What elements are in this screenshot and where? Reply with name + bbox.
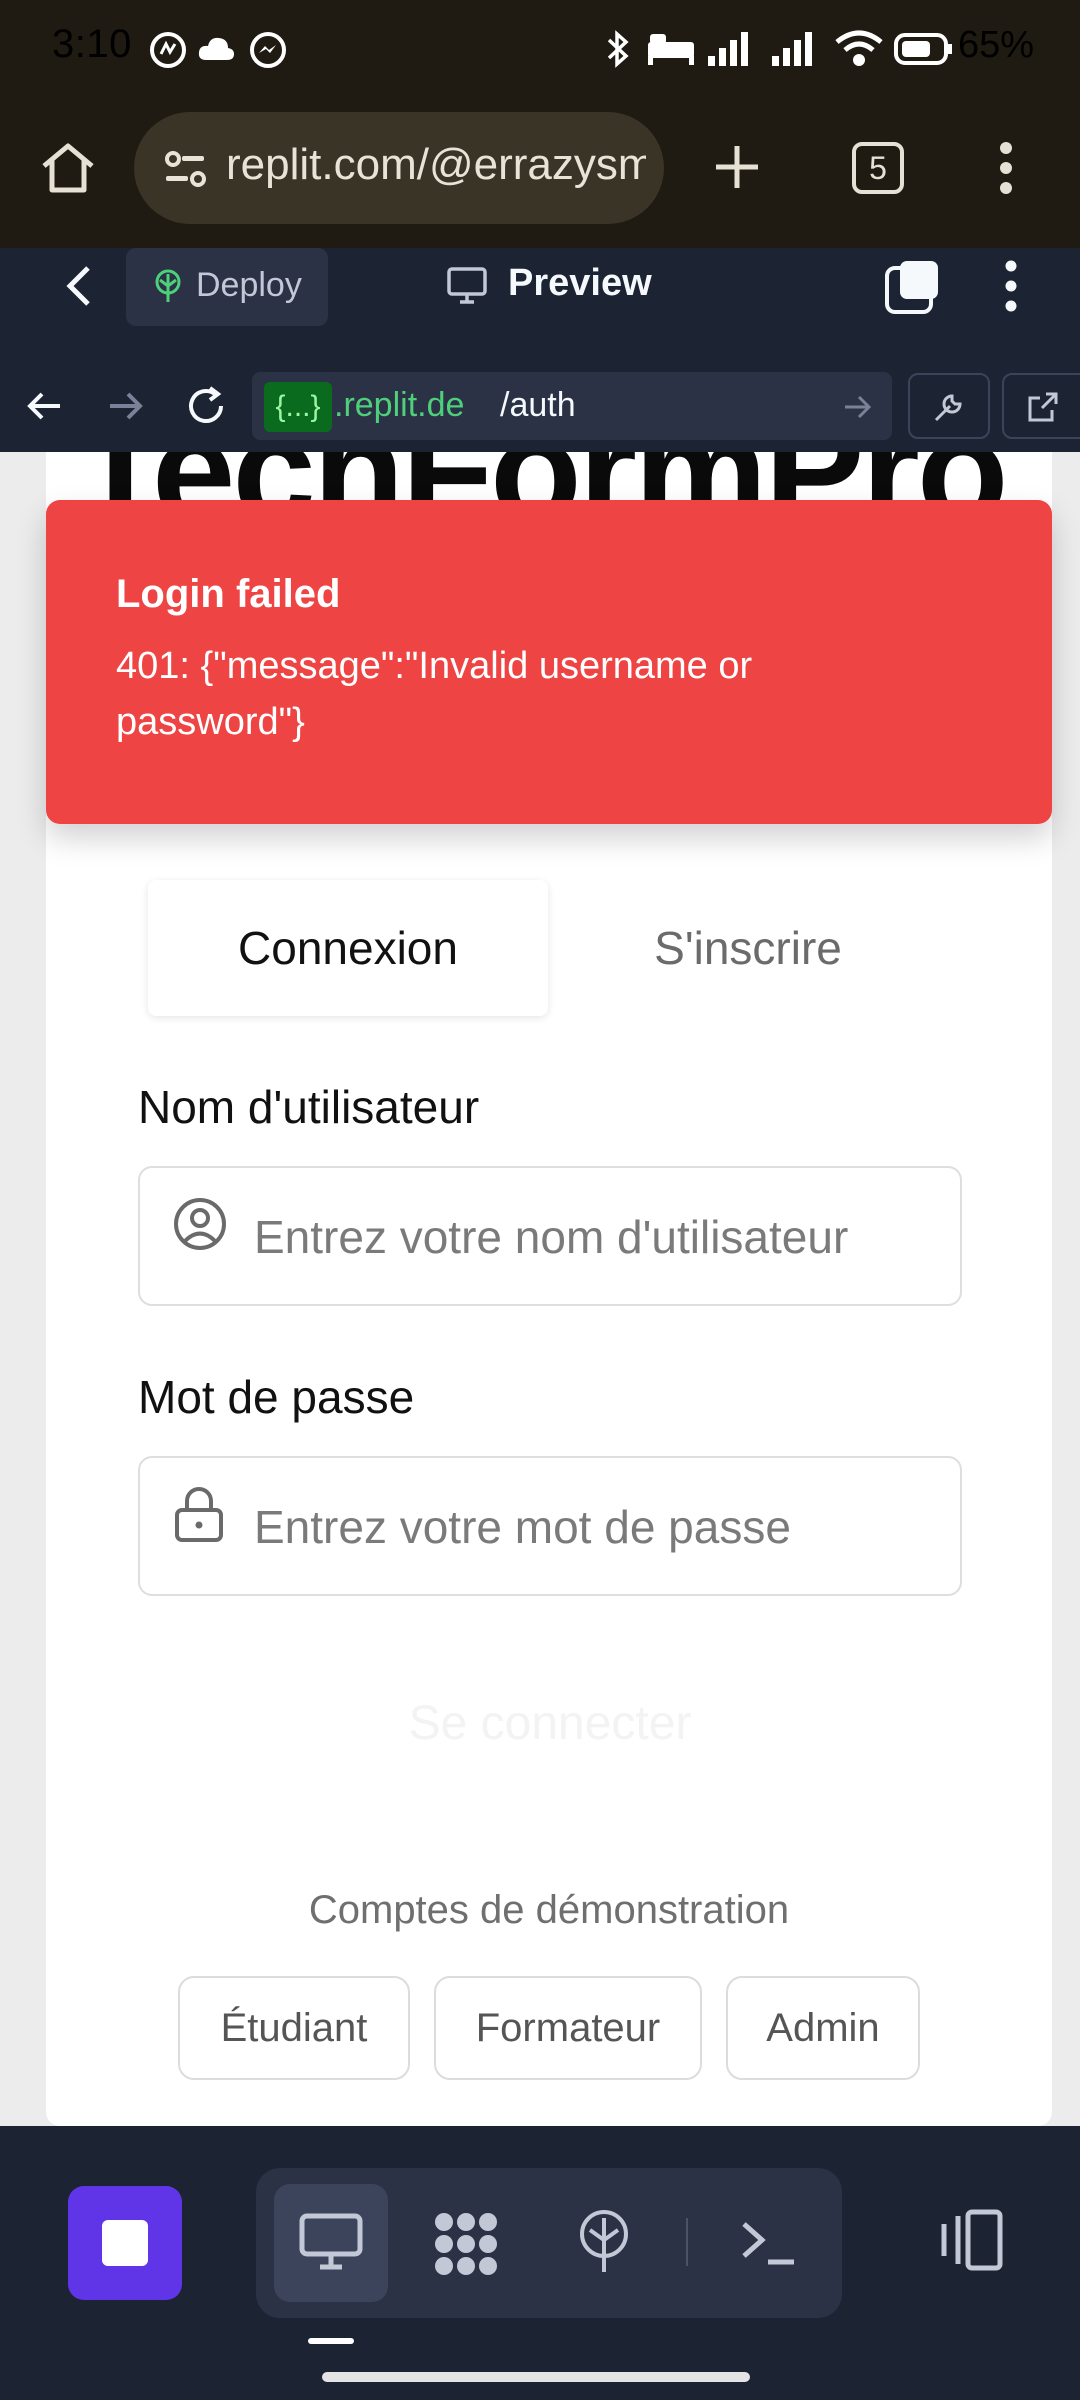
deploy-label: Deploy: [196, 266, 302, 304]
deploy-icon-bottom[interactable]: [576, 2210, 632, 2276]
gesture-bar[interactable]: [322, 2372, 750, 2382]
bluetooth-icon: [604, 28, 632, 70]
terminal-icon[interactable]: [738, 2214, 798, 2270]
deploy-icon: [150, 268, 186, 304]
forward-arrow-icon-2[interactable]: [106, 386, 146, 426]
domain-prefix-2: {...}: [264, 382, 332, 432]
site-settings-icon[interactable]: [164, 150, 208, 190]
active-indicator: [308, 2338, 354, 2344]
signal-icon-2: [770, 28, 820, 70]
user-circle-icon: [172, 1196, 228, 1252]
battery-icon: [894, 32, 954, 66]
toast-title: Login failed: [116, 572, 341, 616]
messenger-icon: [248, 30, 288, 70]
tab-switcher[interactable]: 5: [852, 142, 904, 194]
external-link-icon-2: [1026, 390, 1060, 424]
path-text-2: /auth: [500, 386, 576, 424]
tab-register[interactable]: S'inscrire: [548, 880, 948, 1016]
go-arrow-icon-2[interactable]: [842, 392, 874, 422]
cloud-icon: [196, 34, 236, 64]
login-submit-button[interactable]: Se connecter: [138, 1664, 962, 1784]
pane-divider: [686, 2218, 688, 2266]
tabs-icon[interactable]: [884, 258, 942, 316]
status-time: 3:10: [52, 22, 132, 66]
toast-message: 401: {"message":"Invalid username or pas…: [116, 645, 753, 743]
monitor-icon: [446, 266, 488, 306]
back-arrow-icon-2[interactable]: [24, 386, 64, 426]
demo-admin-button[interactable]: Admin: [726, 1976, 920, 2080]
monitor-icon-bottom: [298, 2212, 364, 2272]
back-chevron-icon[interactable]: [64, 264, 94, 308]
new-tab-icon[interactable]: [712, 142, 762, 192]
domain-text-2: .replit.de: [334, 386, 465, 424]
url-text[interactable]: replit.com/@errazysm: [226, 140, 646, 190]
layout-toggle-icon[interactable]: [938, 2208, 1006, 2272]
reload-icon-2[interactable]: [184, 384, 228, 428]
sleep-mode-icon: [646, 32, 696, 66]
password-placeholder: Entrez votre mot de passe: [254, 1501, 791, 1553]
demo-student-button[interactable]: Étudiant: [178, 1976, 410, 2080]
tab-login[interactable]: Connexion: [148, 880, 548, 1016]
wrench-icon-2: [932, 390, 966, 424]
preview-title: Preview: [508, 262, 652, 304]
battery-percent: 65%: [958, 24, 1035, 66]
more-vertical-icon[interactable]: [996, 140, 1016, 196]
threads-icon: [148, 30, 188, 70]
signal-icon: [706, 28, 756, 70]
wifi-icon: [834, 28, 884, 70]
username-placeholder: Entrez votre nom d'utilisateur: [254, 1211, 849, 1263]
home-icon[interactable]: [38, 140, 98, 196]
password-label: Mot de passe: [138, 1371, 415, 1423]
demo-accounts-heading: Comptes de démonstration: [308, 1888, 790, 1932]
apps-icon[interactable]: [432, 2210, 500, 2278]
lock-icon: [172, 1486, 226, 1544]
demo-trainer-button[interactable]: Formateur: [434, 1976, 702, 2080]
username-label: Nom d'utilisateur: [138, 1081, 480, 1133]
more-vertical-icon-2[interactable]: [1002, 258, 1020, 314]
stop-icon: [102, 2220, 148, 2266]
